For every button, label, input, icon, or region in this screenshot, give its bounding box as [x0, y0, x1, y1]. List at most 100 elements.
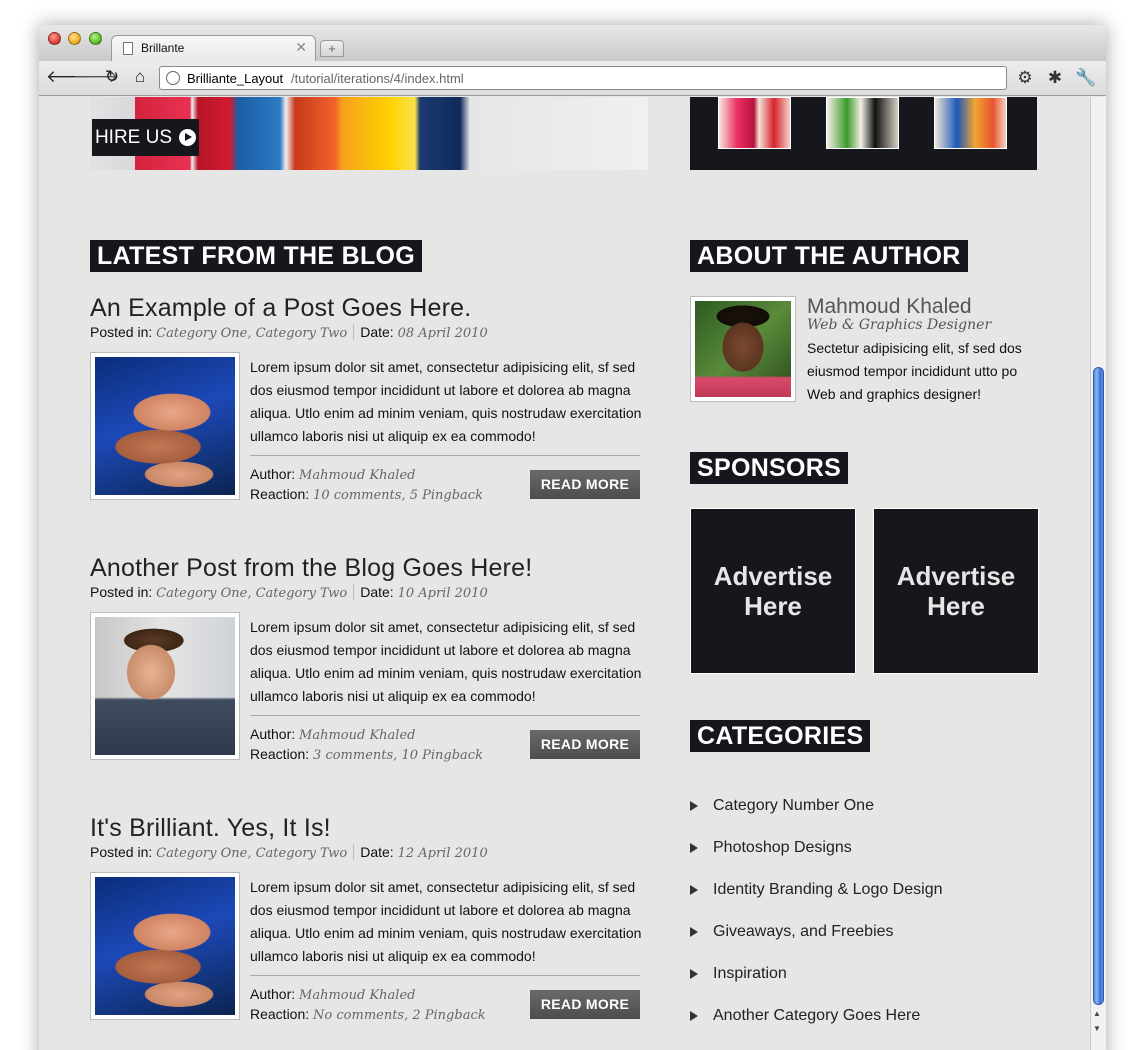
hero-thumbnail[interactable]: [826, 97, 899, 149]
new-tab-button[interactable]: +: [320, 40, 344, 57]
post-categories[interactable]: Category One, Category Two: [156, 326, 347, 341]
category-item[interactable]: Giveaways, and Freebies: [690, 911, 942, 953]
scroll-up-arrow-icon[interactable]: ▲: [1093, 1009, 1101, 1018]
play-circle-icon: [179, 129, 197, 146]
author-role: Web & Graphics Designer: [807, 317, 992, 333]
forward-arrow-icon[interactable]: 🡒: [73, 66, 119, 88]
category-item[interactable]: Identity Branding & Logo Design: [690, 869, 942, 911]
post-title[interactable]: Another Post from the Blog Goes Here!: [90, 554, 532, 583]
close-window-icon[interactable]: [48, 32, 61, 45]
triangle-bullet-icon: [690, 843, 698, 853]
tab-title: Brillante: [141, 41, 185, 55]
author-label: Author:: [250, 986, 300, 1002]
hire-us-button[interactable]: HIRE US: [92, 119, 199, 156]
url-host: Brilliante_Layout: [187, 71, 284, 86]
minimize-window-icon[interactable]: [68, 32, 81, 45]
reaction-link[interactable]: 3 comments, 10 Pingback: [313, 748, 483, 763]
maximize-window-icon[interactable]: [89, 32, 102, 45]
categories-heading: CATEGORIES: [690, 720, 871, 752]
blog-post: An Example of a Post Goes Here. Posted i…: [90, 294, 641, 524]
hero-thumbnail[interactable]: [934, 97, 1007, 149]
author-bio: Sectetur adipisicing elit, sf sed dos ei…: [807, 340, 1022, 402]
reaction-label: Reaction:: [250, 486, 314, 502]
post-title[interactable]: It's Brilliant. Yes, It Is!: [90, 814, 331, 843]
post-reaction: Reaction: 10 comments, 5 Pingback: [250, 486, 483, 503]
meta-divider: [353, 584, 355, 600]
post-meta: Posted in: Category One, Category Two Dat…: [90, 844, 488, 861]
author-avatar: [690, 296, 796, 402]
wrench-icon[interactable]: 🔧: [1075, 67, 1097, 89]
category-label[interactable]: Category Number One: [713, 797, 874, 815]
hands-photo: [95, 357, 235, 495]
post-thumbnail[interactable]: [90, 352, 240, 500]
category-item[interactable]: Photoshop Designs: [690, 827, 942, 869]
read-more-button[interactable]: READ MORE: [530, 990, 640, 1019]
reaction-link[interactable]: No comments, 2 Pingback: [313, 1008, 486, 1023]
posted-in-label: Posted in:: [90, 324, 157, 340]
category-item[interactable]: Inspiration: [690, 953, 942, 995]
category-label[interactable]: Another Category Goes Here: [713, 1007, 920, 1025]
post-author: Author: Mahmoud Khaled: [250, 986, 415, 1003]
sponsors-heading: SPONSORS: [690, 452, 849, 484]
post-meta: Posted in: Category One, Category Two Dat…: [90, 324, 488, 341]
post-author: Author: Mahmoud Khaled: [250, 726, 415, 743]
back-arrow-icon[interactable]: 🡐: [46, 66, 92, 88]
globe-icon: [166, 71, 180, 85]
triangle-bullet-icon: [690, 885, 698, 895]
scroll-down-arrow-icon[interactable]: ▼: [1093, 1024, 1101, 1033]
triangle-bullet-icon: [690, 969, 698, 979]
scrollbar-thumb[interactable]: [1093, 367, 1104, 1005]
post-author: Author: Mahmoud Khaled: [250, 466, 415, 483]
author-link[interactable]: Mahmoud Khaled: [299, 988, 415, 1003]
triangle-bullet-icon: [690, 927, 698, 937]
category-item[interactable]: Another Category Goes Here: [690, 995, 942, 1037]
advertise-slot[interactable]: Advertise Here: [873, 508, 1039, 674]
triangle-bullet-icon: [690, 801, 698, 811]
advertise-slot[interactable]: Advertise Here: [690, 508, 856, 674]
blog-post: It's Brilliant. Yes, It Is! Posted in: C…: [90, 814, 642, 1044]
post-categories[interactable]: Category One, Category Two: [156, 846, 347, 861]
post-reaction: Reaction: 3 comments, 10 Pingback: [250, 746, 483, 763]
post-meta: Posted in: Category One, Category Two Dat…: [90, 584, 488, 601]
home-icon[interactable]: ⌂: [129, 66, 151, 88]
author-name: Mahmoud Khaled: [807, 295, 972, 318]
tab-close-icon[interactable]: ✕: [295, 39, 307, 56]
page-menu-icon[interactable]: ⚙: [1014, 67, 1036, 89]
hero-thumbnail[interactable]: [718, 97, 791, 149]
category-label[interactable]: Photoshop Designs: [713, 839, 852, 857]
meta-divider: [353, 844, 355, 860]
reaction-link[interactable]: 10 comments, 5 Pingback: [313, 488, 483, 503]
post-title[interactable]: An Example of a Post Goes Here.: [90, 294, 471, 323]
category-item[interactable]: Category Number One: [690, 785, 942, 827]
document-icon: [123, 42, 133, 55]
url-path: /tutorial/iterations/4/index.html: [291, 71, 464, 86]
category-label[interactable]: Identity Branding & Logo Design: [713, 881, 942, 899]
category-label[interactable]: Inspiration: [713, 965, 787, 983]
post-thumbnail[interactable]: [90, 612, 240, 760]
post-excerpt: Lorem ipsum dolor sit amet, consectetur …: [250, 879, 642, 964]
read-more-button[interactable]: READ MORE: [530, 470, 640, 499]
author-label: Author:: [250, 726, 300, 742]
post-thumbnail[interactable]: [90, 872, 240, 1020]
reaction-label: Reaction:: [250, 746, 314, 762]
extension-icon[interactable]: ✱: [1044, 67, 1066, 89]
read-more-button[interactable]: READ MORE: [530, 730, 640, 759]
date-label: Date:: [360, 324, 398, 340]
about-heading: ABOUT THE AUTHOR: [690, 240, 968, 272]
post-divider: [250, 455, 640, 456]
author-link[interactable]: Mahmoud Khaled: [299, 728, 415, 743]
blog-heading: LATEST FROM THE BLOG: [90, 240, 423, 272]
post-date: 10 April 2010: [397, 586, 488, 601]
posted-in-label: Posted in:: [90, 844, 157, 860]
date-label: Date:: [360, 844, 398, 860]
post-excerpt: Lorem ipsum dolor sit amet, consectetur …: [250, 619, 642, 704]
author-link[interactable]: Mahmoud Khaled: [299, 468, 415, 483]
category-label[interactable]: Giveaways, and Freebies: [713, 923, 894, 941]
post-categories[interactable]: Category One, Category Two: [156, 586, 347, 601]
author-photo: [695, 301, 791, 397]
browser-tab[interactable]: Brillante ✕: [111, 35, 316, 61]
reload-icon[interactable]: ↻: [101, 66, 123, 88]
vertical-scrollbar[interactable]: ▲ ▼: [1090, 97, 1106, 1050]
address-bar[interactable]: Brilliante_Layout /tutorial/iterations/4…: [159, 66, 1007, 90]
browser-window: Brillante ✕ + 🡐 🡒 ↻ ⌂ Brilliante_Layout …: [39, 25, 1106, 1050]
